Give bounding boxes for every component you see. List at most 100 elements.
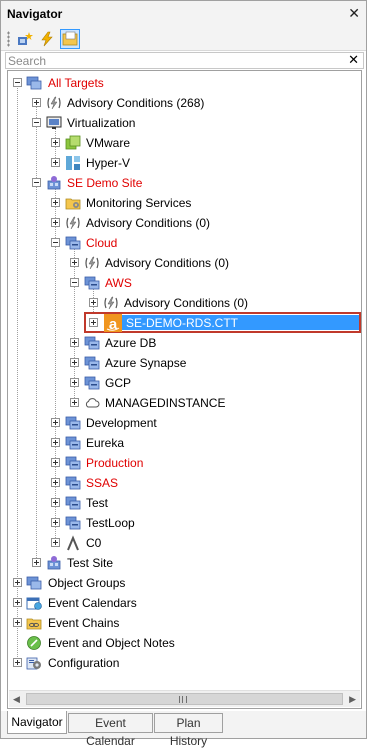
object-groups-icon xyxy=(26,576,42,590)
expand-toggle[interactable] xyxy=(51,438,60,447)
tree-label: AWS xyxy=(105,276,132,290)
expand-toggle[interactable] xyxy=(51,478,60,487)
server-group-icon xyxy=(84,376,100,390)
tree-node-advisory-site[interactable]: Advisory Conditions (0) xyxy=(8,214,358,232)
add-target-button[interactable] xyxy=(15,29,35,49)
tree-node-object-groups[interactable]: Object Groups xyxy=(8,574,358,592)
tree-label: All Targets xyxy=(48,76,104,90)
tree-label: Advisory Conditions (0) xyxy=(105,256,230,270)
tree-node-ssas[interactable]: SSAS xyxy=(8,474,358,492)
tree-node-se-demo-rds[interactable]: a SE-DEMO-RDS.CTT xyxy=(8,314,358,332)
chain-folder-icon xyxy=(26,618,42,630)
tree-node-managedinstance[interactable]: MANAGEDINSTANCE xyxy=(8,394,358,412)
tree-node-se-demo-site[interactable]: SE Demo Site xyxy=(8,174,358,192)
tree-node-testloop[interactable]: TestLoop xyxy=(8,514,358,532)
tab-navigator[interactable]: Navigator xyxy=(7,711,67,734)
tree-label: SE-DEMO-RDS.CTT xyxy=(126,316,238,330)
bottom-tab-strip: Navigator Event Calendar Plan History xyxy=(1,711,366,748)
tab-plan-history[interactable]: Plan History xyxy=(154,713,223,748)
scrollbar-thumb[interactable] xyxy=(26,693,343,705)
tree-node-advisory-aws[interactable]: Advisory Conditions (0) xyxy=(8,294,358,312)
expand-toggle[interactable] xyxy=(51,158,60,167)
horizontal-scrollbar[interactable]: ◀ ▶ xyxy=(9,690,360,707)
scroll-left-icon[interactable]: ◀ xyxy=(13,694,20,705)
collapse-toggle[interactable] xyxy=(51,238,60,247)
collapse-toggle[interactable] xyxy=(32,118,41,127)
tree-node-test-site[interactable]: Test Site xyxy=(8,554,358,572)
expand-toggle[interactable] xyxy=(51,198,60,207)
lightning-button[interactable] xyxy=(37,29,57,49)
expand-toggle[interactable] xyxy=(70,338,79,347)
tree-node-advisory-root[interactable]: Advisory Conditions (268) xyxy=(8,94,358,112)
tree-node-production[interactable]: Production xyxy=(8,454,358,472)
advisory-icon xyxy=(66,216,80,230)
tree-node-cloud[interactable]: Cloud xyxy=(8,234,358,252)
clear-search-icon[interactable]: ✕ xyxy=(348,52,359,68)
server-group-icon xyxy=(84,276,100,290)
expand-toggle[interactable] xyxy=(13,618,22,627)
expand-toggle[interactable] xyxy=(51,138,60,147)
tree-node-all-targets[interactable]: All Targets xyxy=(8,74,358,92)
tree-node-hyperv[interactable]: Hyper-V xyxy=(8,154,358,172)
tab-event-calendar[interactable]: Event Calendar xyxy=(68,713,153,748)
close-icon[interactable]: ✕ xyxy=(348,5,360,22)
tree-node-gcp[interactable]: GCP xyxy=(8,374,358,392)
tree-label: Advisory Conditions (0) xyxy=(86,216,211,230)
navigator-tree: All Targets Advisory Conditions (268) Vi… xyxy=(7,70,362,709)
tree-node-monitoring-services[interactable]: Monitoring Services xyxy=(8,194,358,212)
server-group-icon xyxy=(84,356,100,370)
tree-node-vmware[interactable]: VMware xyxy=(8,134,358,152)
calendar-icon xyxy=(26,597,42,610)
tree-label: Azure DB xyxy=(105,336,157,350)
tree-node-azure-db[interactable]: Azure DB xyxy=(8,334,358,352)
expand-toggle[interactable] xyxy=(51,418,60,427)
tree-node-aws[interactable]: AWS xyxy=(8,274,358,292)
tree-label: Advisory Conditions (0) xyxy=(124,296,249,310)
panel-titlebar: Navigator ✕ xyxy=(1,1,366,27)
expand-toggle[interactable] xyxy=(32,98,41,107)
tree-node-event-calendars[interactable]: Event Calendars xyxy=(8,594,358,612)
tree-label: Object Groups xyxy=(48,576,126,590)
tree-node-development[interactable]: Development xyxy=(8,414,358,432)
tree-node-test[interactable]: Test xyxy=(8,494,358,512)
tree-node-c0[interactable]: C0 xyxy=(8,534,358,552)
tree-node-advisory-cloud[interactable]: Advisory Conditions (0) xyxy=(8,254,358,272)
expand-toggle[interactable] xyxy=(32,558,41,567)
expand-toggle[interactable] xyxy=(13,658,22,667)
expand-toggle[interactable] xyxy=(89,318,98,327)
collapse-toggle[interactable] xyxy=(70,278,79,287)
folder-gear-icon xyxy=(65,198,81,210)
expand-toggle[interactable] xyxy=(70,398,79,407)
expand-toggle[interactable] xyxy=(51,218,60,227)
tree-label: VMware xyxy=(86,136,131,150)
tree-node-azure-synapse[interactable]: Azure Synapse xyxy=(8,354,358,372)
expand-toggle[interactable] xyxy=(51,518,60,527)
tree-label: SE Demo Site xyxy=(67,176,143,190)
search-input[interactable] xyxy=(8,53,343,68)
expand-toggle[interactable] xyxy=(13,578,22,587)
scroll-right-icon[interactable]: ▶ xyxy=(349,694,356,705)
panel-title: Navigator xyxy=(7,7,63,21)
configuration-icon xyxy=(26,657,41,670)
tree-node-eureka[interactable]: Eureka xyxy=(8,434,358,452)
expand-toggle[interactable] xyxy=(51,458,60,467)
server-group-icon xyxy=(84,336,100,350)
expand-toggle[interactable] xyxy=(70,378,79,387)
expand-toggle[interactable] xyxy=(70,358,79,367)
tree-label: Event Chains xyxy=(48,616,120,630)
notes-button[interactable] xyxy=(60,29,80,49)
expand-toggle[interactable] xyxy=(51,498,60,507)
expand-toggle[interactable] xyxy=(70,258,79,267)
expand-toggle[interactable] xyxy=(89,298,98,307)
collapse-toggle[interactable] xyxy=(13,78,22,87)
tree-label: Monitoring Services xyxy=(86,196,192,210)
tree-node-configuration[interactable]: Configuration xyxy=(8,654,358,672)
search-box: ✕ xyxy=(5,52,364,69)
expand-toggle[interactable] xyxy=(51,538,60,547)
tree-node-event-object-notes[interactable]: Event and Object Notes xyxy=(8,634,358,652)
tree-node-virtualization[interactable]: Virtualization xyxy=(8,114,358,132)
tree-node-event-chains[interactable]: Event Chains xyxy=(8,614,358,632)
collapse-toggle[interactable] xyxy=(32,178,41,187)
expand-toggle[interactable] xyxy=(13,598,22,607)
folder-note-icon xyxy=(62,31,78,46)
